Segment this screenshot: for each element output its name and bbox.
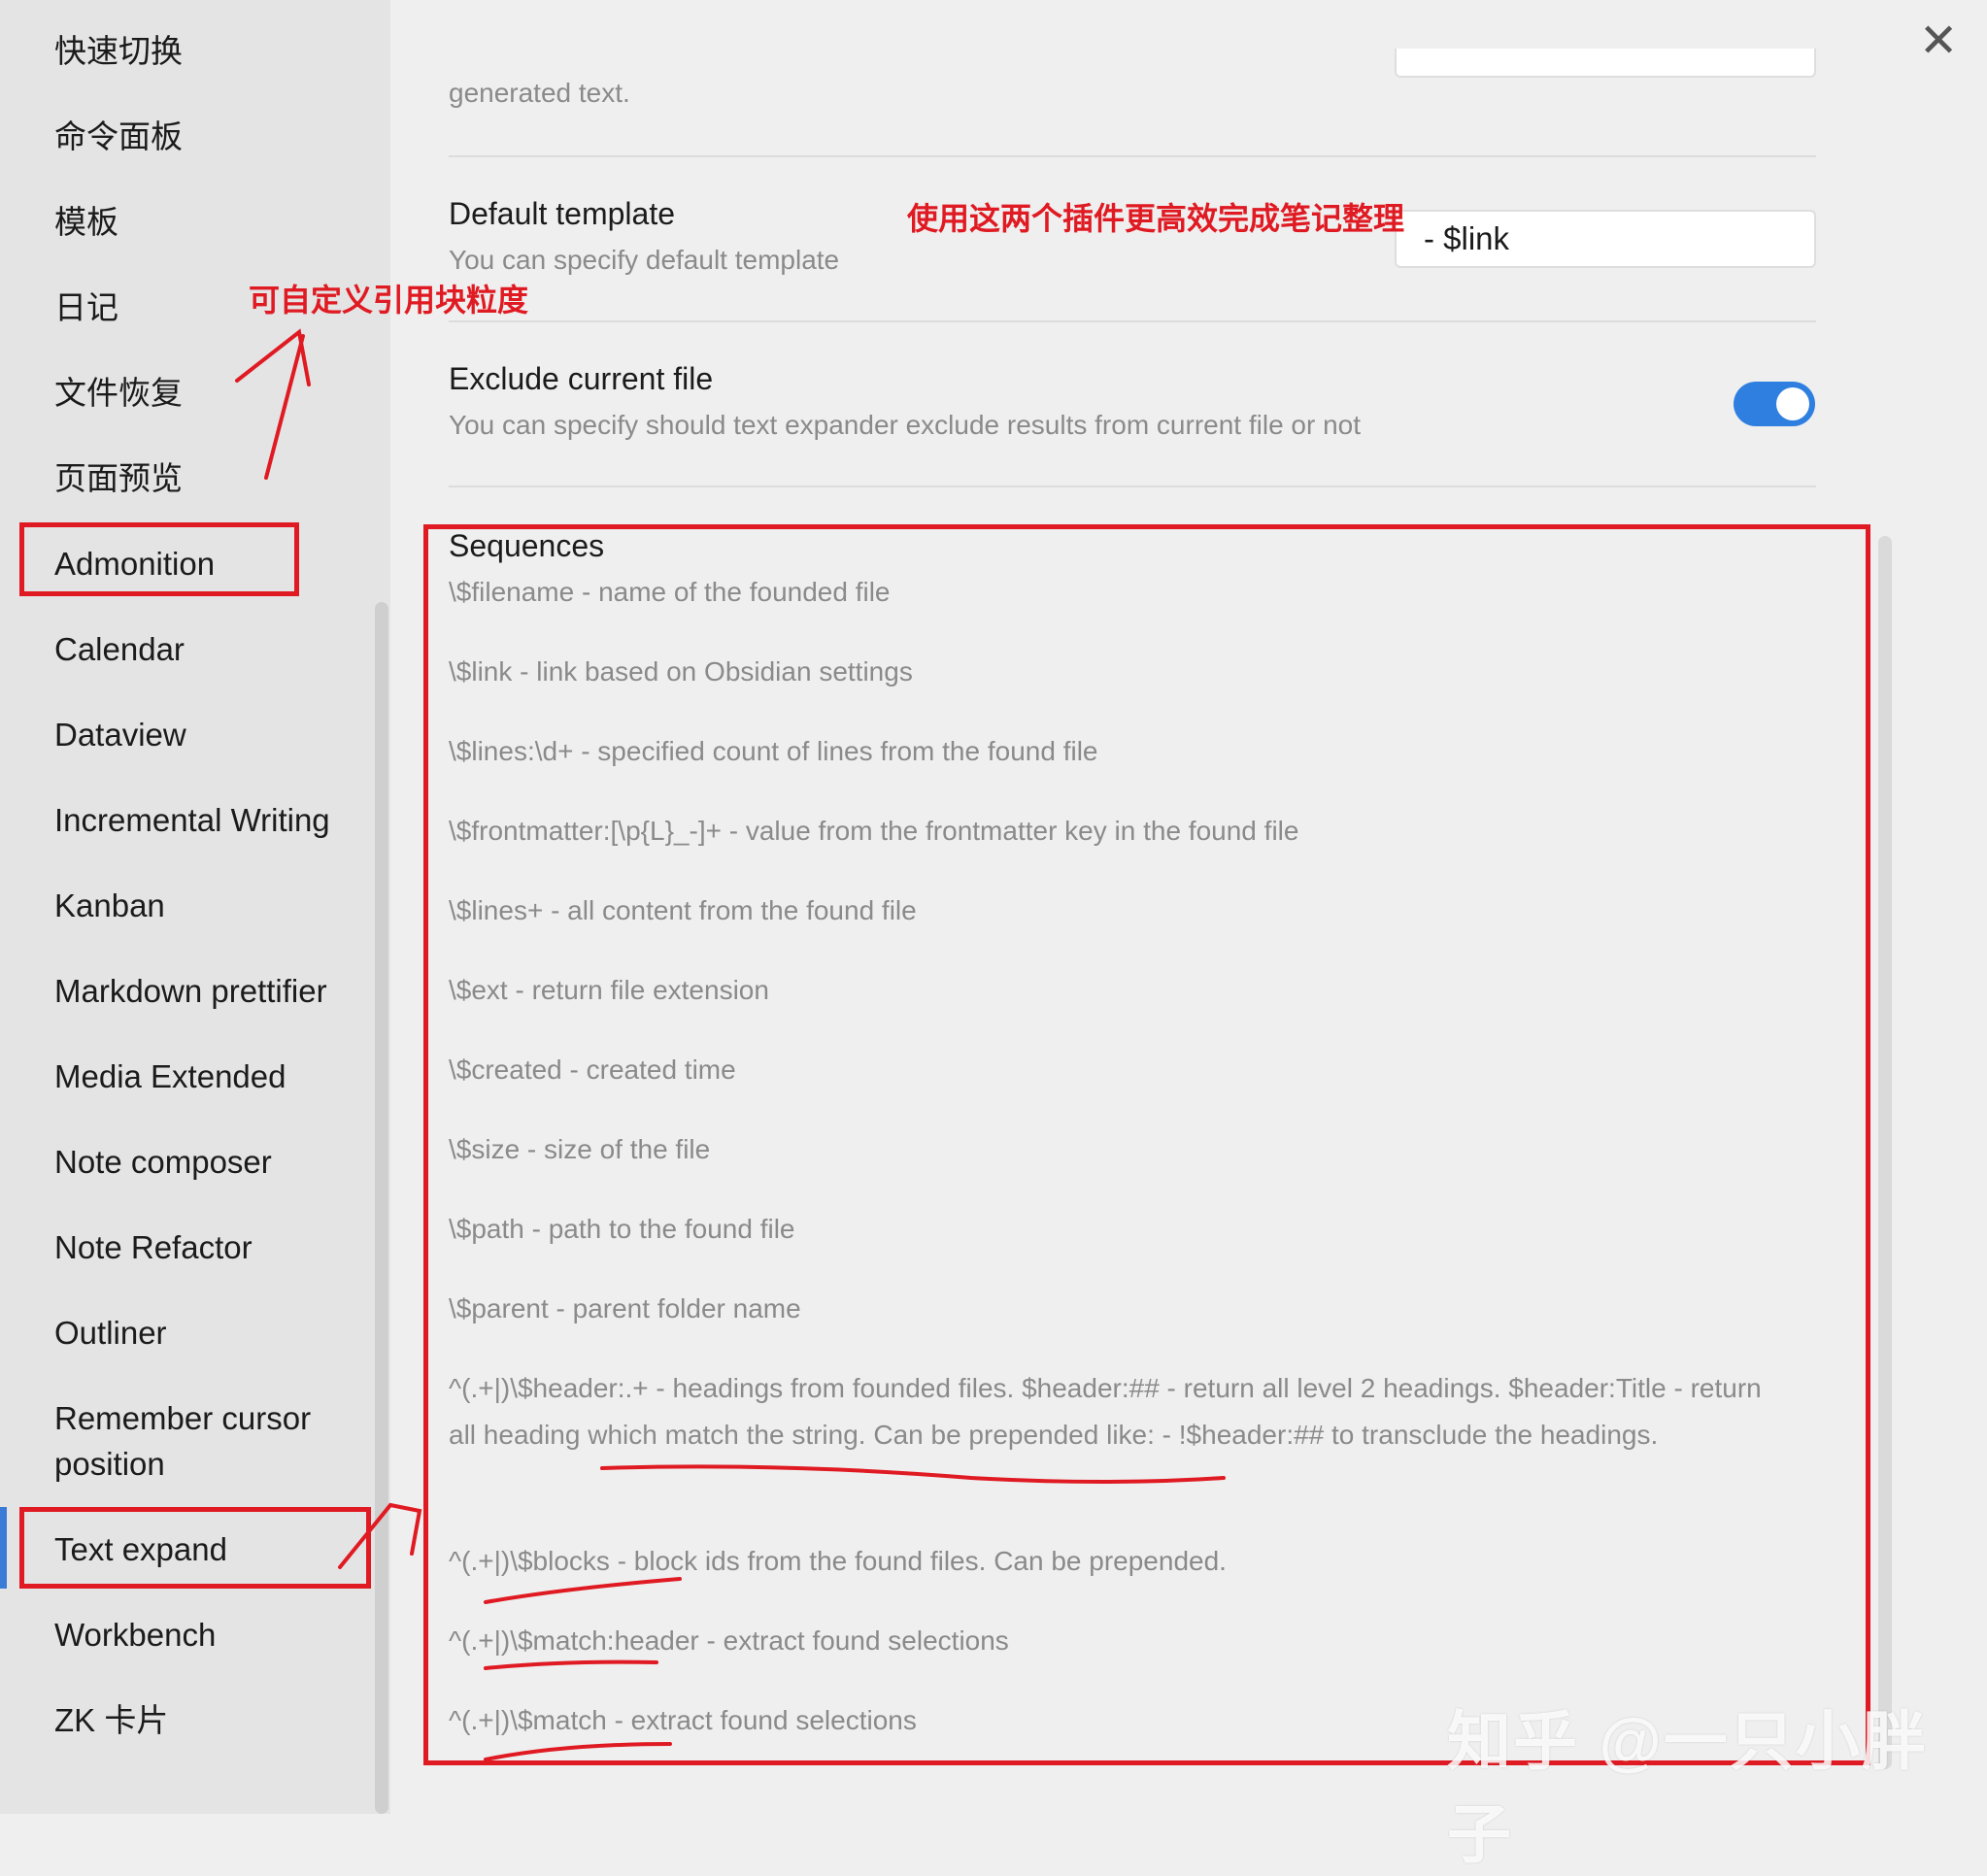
underline-blocks: [484, 1577, 682, 1604]
underline-match: [484, 1742, 672, 1761]
arrow-line: [264, 334, 305, 480]
watermark: 知乎 @一只小胖子: [1447, 1705, 1928, 1870]
underline-match-header: [484, 1659, 658, 1670]
handwritten-annotations: [235, 328, 1226, 1761]
underline-header: [600, 1464, 1226, 1484]
pointer-line: [338, 1502, 422, 1569]
